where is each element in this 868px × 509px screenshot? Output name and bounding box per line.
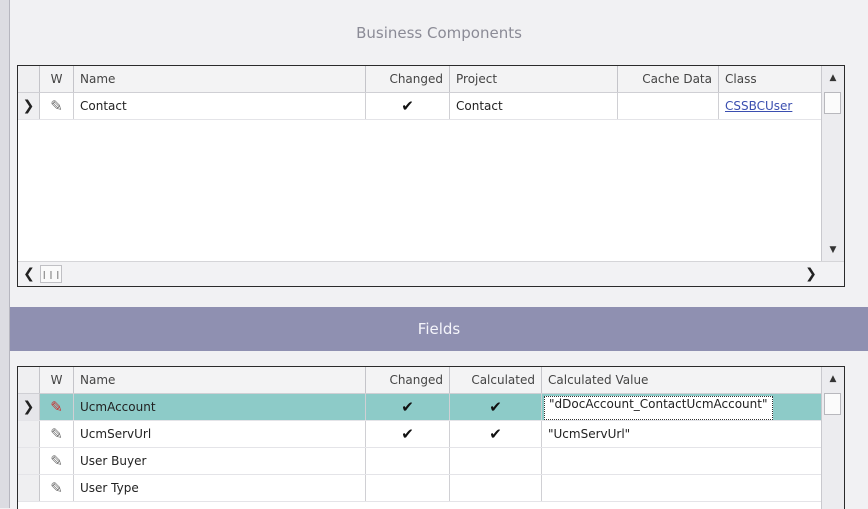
header-selector-cell <box>18 367 40 393</box>
name-cell[interactable]: User Buyer <box>74 448 366 474</box>
name-cell[interactable]: User Type <box>74 475 366 501</box>
table-row[interactable]: ✎ User Type <box>18 475 844 502</box>
table-row[interactable]: ❯ ✎ Contact ✔ Contact CSSBCUser <box>18 93 844 120</box>
changed-cell[interactable] <box>366 475 450 501</box>
column-header-cache-data[interactable]: Cache Data <box>618 66 719 92</box>
triangle-down-icon: ▼ <box>829 245 837 255</box>
changed-cell[interactable]: ✔ <box>366 394 450 420</box>
grid-header-row: W Name Changed Project Cache Data Class <box>18 66 844 93</box>
column-header-name[interactable]: Name <box>74 367 366 393</box>
fields-header: Fields <box>10 307 868 351</box>
scroll-up-button[interactable]: ▲ <box>822 367 844 391</box>
chevron-right-icon: ❯ <box>805 266 817 282</box>
column-header-class[interactable]: Class <box>719 66 822 92</box>
grip-icon: ❙❙❙ <box>40 269 62 279</box>
edit-cell[interactable]: ✎ <box>40 421 74 447</box>
table-row[interactable]: ❯ ✎ UcmAccount ✔ ✔ "dDocAccount_ContactU… <box>18 394 844 421</box>
changed-cell[interactable]: ✔ <box>366 93 450 119</box>
pencil-icon: ✎ <box>50 479 63 497</box>
column-header-changed[interactable]: Changed <box>366 367 450 393</box>
header-selector-cell <box>18 66 40 92</box>
checkmark-icon: ✔ <box>401 97 414 115</box>
edit-cell[interactable]: ✎ <box>40 394 74 420</box>
horizontal-scrollbar[interactable]: ❮ ❙❙❙ ❯ <box>18 261 844 286</box>
triangle-up-icon: ▲ <box>829 374 837 384</box>
row-selector[interactable]: ❯ <box>18 394 40 420</box>
edit-cell[interactable]: ✎ <box>40 475 74 501</box>
scroll-thumb[interactable] <box>824 393 841 415</box>
calculated-value-cell[interactable]: "dDocAccount_ContactUcmAccount" <box>542 394 824 420</box>
edit-cell[interactable]: ✎ <box>40 93 74 119</box>
calculated-cell[interactable]: ✔ <box>450 394 542 420</box>
calculated-value-cell[interactable] <box>542 475 824 501</box>
checkmark-icon: ✔ <box>489 425 502 443</box>
name-cell[interactable]: UcmServUrl <box>74 421 366 447</box>
column-header-w[interactable]: W <box>40 66 74 92</box>
business-components-grid[interactable]: W Name Changed Project Cache Data Class … <box>17 65 845 287</box>
pencil-icon: ✎ <box>50 425 63 443</box>
calculated-cell[interactable]: ✔ <box>450 421 542 447</box>
scroll-down-button[interactable]: ▼ <box>822 238 844 262</box>
pencil-icon: ✎ <box>50 97 63 115</box>
column-header-w[interactable]: W <box>40 367 74 393</box>
pencil-icon: ✎ <box>50 398 63 416</box>
calculated-value-cell[interactable]: "UcmServUrl" <box>542 421 824 447</box>
table-row[interactable]: ✎ User Buyer <box>18 448 844 475</box>
calculated-cell[interactable] <box>450 475 542 501</box>
project-cell[interactable]: Contact <box>450 93 618 119</box>
horizontal-scroll-thumb[interactable]: ❙❙❙ <box>40 265 62 283</box>
column-header-changed[interactable]: Changed <box>366 66 450 92</box>
vertical-scrollbar[interactable]: ▲ <box>821 367 844 509</box>
chevron-right-icon: ❯ <box>22 98 35 114</box>
checkmark-icon: ✔ <box>401 398 414 416</box>
grid-header-row: W Name Changed Calculated Calculated Val… <box>18 367 844 394</box>
scroll-up-button[interactable]: ▲ <box>822 66 844 90</box>
row-selector[interactable] <box>18 475 40 501</box>
column-header-project[interactable]: Project <box>450 66 618 92</box>
class-link[interactable]: CSSBCUser <box>725 99 792 113</box>
changed-cell[interactable]: ✔ <box>366 421 450 447</box>
name-cell[interactable]: Contact <box>74 93 366 119</box>
chevron-right-icon: ❯ <box>22 399 35 415</box>
chevron-left-icon: ❮ <box>23 266 35 282</box>
column-header-calculated[interactable]: Calculated <box>450 367 542 393</box>
scroll-left-button[interactable]: ❮ <box>18 262 40 286</box>
calculated-value-input[interactable]: "dDocAccount_ContactUcmAccount" <box>544 395 773 420</box>
cache-data-cell[interactable] <box>618 93 719 119</box>
row-selector[interactable] <box>18 448 40 474</box>
name-cell[interactable]: UcmAccount <box>74 394 366 420</box>
scroll-thumb[interactable] <box>824 92 841 114</box>
changed-cell[interactable] <box>366 448 450 474</box>
column-header-name[interactable]: Name <box>74 66 366 92</box>
business-components-header: Business Components <box>10 0 868 65</box>
calculated-value-cell[interactable] <box>542 448 824 474</box>
fields-title: Fields <box>417 320 461 338</box>
checkmark-icon: ✔ <box>489 398 502 416</box>
checkmark-icon: ✔ <box>401 425 414 443</box>
fields-grid[interactable]: W Name Changed Calculated Calculated Val… <box>17 366 845 509</box>
edit-cell[interactable]: ✎ <box>40 448 74 474</box>
calculated-cell[interactable] <box>450 448 542 474</box>
left-frame-border <box>0 0 10 508</box>
triangle-up-icon: ▲ <box>829 73 837 83</box>
scroll-right-button[interactable]: ❯ <box>800 262 822 286</box>
class-cell[interactable]: CSSBCUser <box>719 93 822 119</box>
row-selector[interactable] <box>18 421 40 447</box>
pencil-icon: ✎ <box>50 452 63 470</box>
row-selector[interactable]: ❯ <box>18 93 40 119</box>
column-header-calculated-value[interactable]: Calculated Value <box>542 367 824 393</box>
business-components-title: Business Components <box>356 23 522 42</box>
vertical-scrollbar[interactable]: ▲ ▼ <box>821 66 844 262</box>
table-row[interactable]: ✎ UcmServUrl ✔ ✔ "UcmServUrl" <box>18 421 844 448</box>
